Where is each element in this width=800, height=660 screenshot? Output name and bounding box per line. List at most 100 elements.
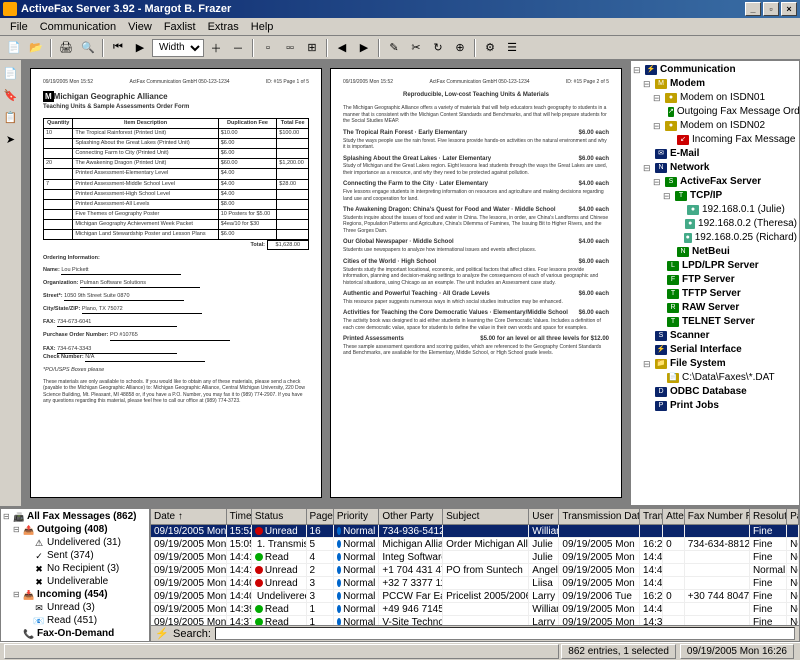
folder-undelivered[interactable]: ⚠Undelivered (31) [22,536,148,549]
folder-incoming[interactable]: ⊟📥Incoming (454) [12,588,148,601]
maximize-button[interactable]: ▫ [763,2,779,16]
grid-col-12[interactable]: Resolution [750,509,787,524]
filter-icon[interactable]: ⚡ [155,627,169,641]
tree-filesys-path[interactable]: 📄C:\Data\Faxes\*.DAT [655,371,797,385]
new-icon[interactable]: 📄 [4,38,24,58]
tree-telnet[interactable]: TTELNET Server [655,315,797,329]
print-icon[interactable]: 🖨 [56,38,76,58]
menu-file[interactable]: File [4,19,34,35]
preview-icon[interactable]: 🔍 [78,38,98,58]
tree-modem-2[interactable]: ●Modem on ISDN02 [653,119,797,133]
tool-a-icon[interactable]: ✎ [384,38,404,58]
grid-col-7[interactable]: User [529,509,559,524]
tree-modem-2-msg[interactable]: ↙Incoming Fax Message [665,133,797,147]
grid-col-11[interactable]: Fax Number Recipient [685,509,750,524]
next-icon[interactable]: ▶ [354,38,374,58]
tree-root[interactable]: ⚡Communication [633,63,797,77]
toolbar: 📄 📂 🖨 🔍 ⏮ ▶ Width ＋ － ▫ ▫▫ ⊞ ◀ ▶ ✎ ✂ ↻ ⊕… [0,36,800,60]
tree-filesys[interactable]: 📁File System [643,357,797,371]
grid-col-1[interactable]: Time [227,509,252,524]
tool-b-icon[interactable]: ✂ [406,38,426,58]
window-title: ActiveFax Server 3.92 - Margot B. Frazer [21,3,743,15]
prev-icon[interactable]: ◀ [332,38,352,58]
folder-tree[interactable]: ⊟📠All Fax Messages (862) ⊟📤Outgoing (408… [0,508,150,642]
tool-c-icon[interactable]: ↻ [428,38,448,58]
tool-f-icon[interactable]: ☰ [502,38,522,58]
tree-afserver[interactable]: SActiveFax Server [653,175,797,189]
tree-raw[interactable]: RRAW Server [655,301,797,315]
tree-modem-1[interactable]: ●Modem on ISDN01 [653,91,797,105]
tree-ftp[interactable]: FFTP Server [655,273,797,287]
tree-print[interactable]: PPrint Jobs [643,399,797,413]
table-row[interactable]: 09/19/2005 Mon14:41Unread2Normal+1 704 4… [151,564,799,577]
tree-serial[interactable]: ⚡Serial Interface [643,343,797,357]
grid-col-13[interactable]: Pa [787,509,799,524]
grid-col-8[interactable]: Transmission Date [559,509,640,524]
pointer-icon[interactable]: ➤ [2,130,20,148]
grid-col-5[interactable]: Other Party [379,509,443,524]
tree-ip-3[interactable]: ●192.168.0.25 (Richard) [675,231,797,245]
note-icon[interactable]: 📋 [2,108,20,126]
tree-modem[interactable]: MModem [643,77,797,91]
tree-ip-2[interactable]: ●192.168.0.2 (Theresa) [675,217,797,231]
search-input[interactable] [215,627,795,640]
tree-email[interactable]: ✉E-Mail [643,147,797,161]
tree-tftp[interactable]: TTFTP Server [655,287,797,301]
page2-icon[interactable]: ▫▫ [280,38,300,58]
folder-unread[interactable]: ✉Unread (3) [22,601,148,614]
menu-communication[interactable]: Communication [34,19,122,35]
tree-ip-1[interactable]: ●192.168.0.1 (Julie) [675,203,797,217]
zoom-select[interactable]: Width [152,39,204,57]
arrow-icon[interactable]: ▶ [130,38,150,58]
tree-tcpip[interactable]: TTCP/IP [663,189,797,203]
table-row[interactable]: 09/19/2005 Mon14:39Read1Normal+49 946 71… [151,603,799,616]
left-toolbar: 📄 🔖 📋 ➤ [0,60,22,506]
grid-col-3[interactable]: Pages [307,509,334,524]
close-button[interactable]: × [781,2,797,16]
folder-sent[interactable]: ✓Sent (374) [22,549,148,562]
folder-outgoing[interactable]: ⊟📤Outgoing (408) [12,523,148,536]
tool-d-icon[interactable]: ⊕ [450,38,470,58]
stamp-icon[interactable]: 🔖 [2,86,20,104]
table-row[interactable]: 09/19/2005 Mon14:40Unread3Normal+32 7 33… [151,577,799,590]
minimize-button[interactable]: _ [745,2,761,16]
menu-faxlist[interactable]: Faxlist [158,19,202,35]
first-page-icon[interactable]: ⏮ [108,38,128,58]
menu-extras[interactable]: Extras [202,19,245,35]
tree-scanner[interactable]: SScanner [643,329,797,343]
table-row[interactable]: 09/19/2005 Mon14:37Read1NormalV-Site Tec… [151,616,799,625]
status-time: 09/19/2005 Mon 16:26 [680,644,794,659]
folder-read[interactable]: 📧Read (451) [22,614,148,627]
table-row[interactable]: 09/19/2005 Mon15:051. Transmis5NormalMic… [151,538,799,551]
tree-lpd[interactable]: LLPD/LPR Server [655,259,797,273]
zoom-in-icon[interactable]: ＋ [206,38,226,58]
doc-icon[interactable]: 📄 [2,64,20,82]
document-viewer: 09/19/2005 Mon 15:52ActFax Communication… [22,60,630,506]
doc-page-2: 09/19/2005 Mon 15:52ActFax Communication… [330,68,622,498]
tree-netbeui[interactable]: NNetBeui [665,245,797,259]
folder-fod[interactable]: 📞Fax-On-Demand [12,627,148,640]
table-row[interactable]: 09/19/2005 Mon14:40Undelivered (0)3Norma… [151,590,799,603]
open-icon[interactable]: 📂 [26,38,46,58]
page4-icon[interactable]: ⊞ [302,38,322,58]
folder-all[interactable]: ⊟📠All Fax Messages (862) [2,510,148,523]
folder-undeliverable[interactable]: ✖Undeliverable [22,575,148,588]
tree-network[interactable]: NNetwork [643,161,797,175]
table-row[interactable]: 09/19/2005 Mon15:52Unread16Normal734-936… [151,525,799,538]
tool-e-icon[interactable]: ⚙ [480,38,500,58]
menu-view[interactable]: View [122,19,158,35]
grid-col-6[interactable]: Subject [443,509,529,524]
tree-modem-1-msg[interactable]: ↗Outgoing Fax Message Order [665,105,797,119]
folder-norecip[interactable]: ✖No Recipient (3) [22,562,148,575]
grid-col-10[interactable]: Atten [663,509,685,524]
grid-col-4[interactable]: Priority [334,509,380,524]
menu-help[interactable]: Help [245,19,280,35]
grid-col-9[interactable]: Trans [640,509,663,524]
page1-icon[interactable]: ▫ [258,38,278,58]
communication-tree[interactable]: ⚡Communication MModem ●Modem on ISDN01 ↗… [630,60,800,506]
table-row[interactable]: 09/19/2005 Mon14:41Read4NormalInteg Soft… [151,551,799,564]
grid-col-0[interactable]: Date ↑ [151,509,227,524]
zoom-out-icon[interactable]: － [228,38,248,58]
tree-odbc[interactable]: DODBC Database [643,385,797,399]
grid-col-2[interactable]: Status [252,509,307,524]
